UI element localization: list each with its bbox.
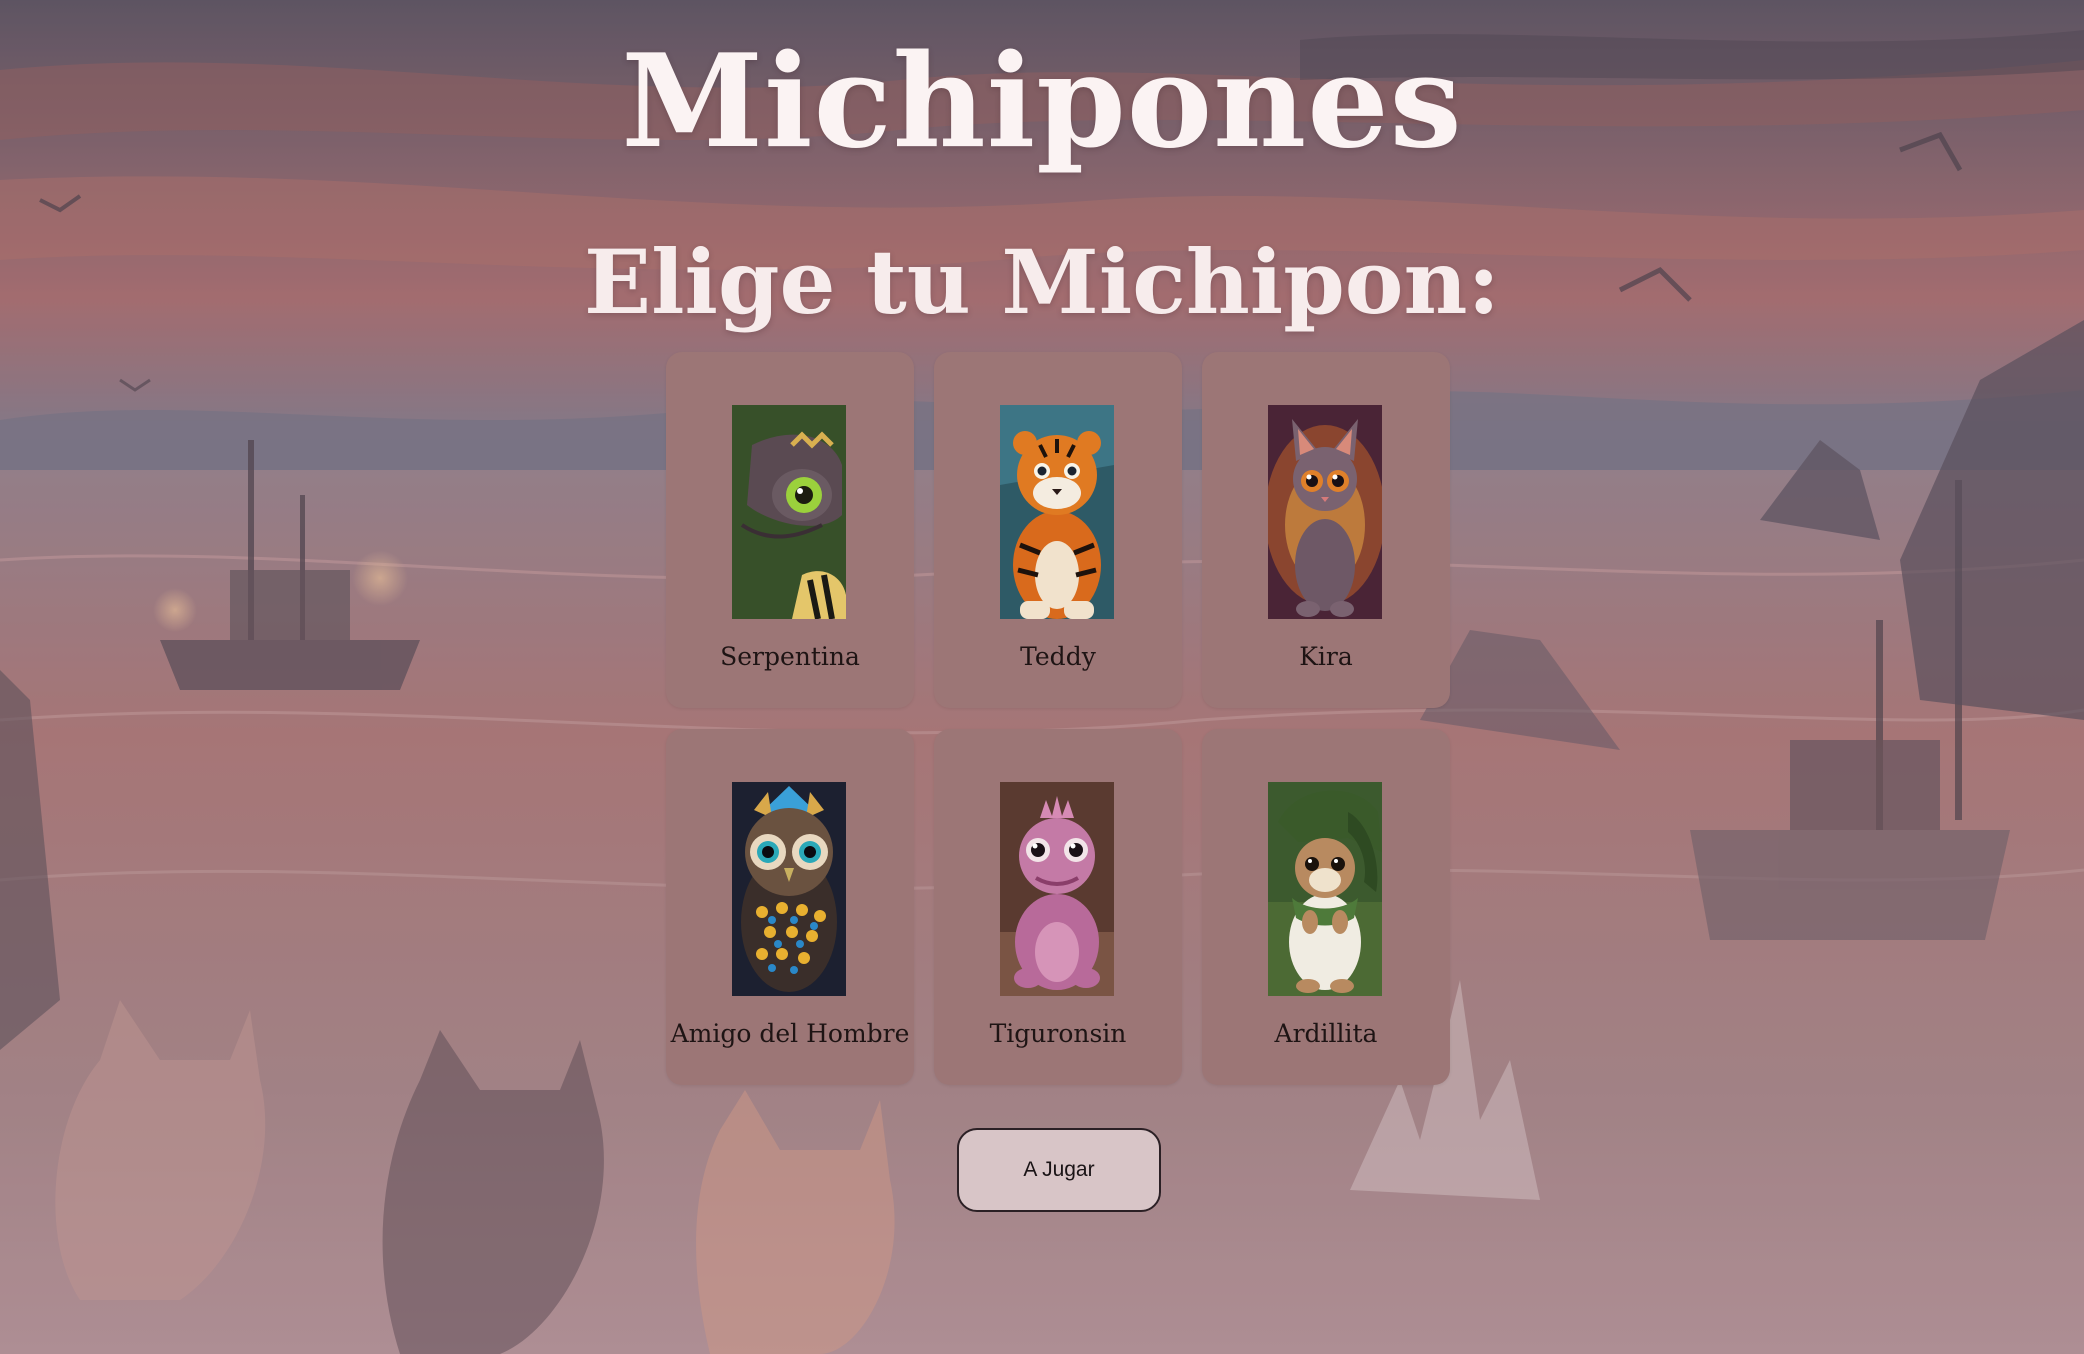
kitten-portrait-icon (1268, 405, 1382, 619)
choose-heading: Elige tu Michipon: (584, 230, 1500, 334)
character-card-kira[interactable]: Kira (1202, 352, 1450, 708)
character-name: Tiguronsin (989, 1019, 1127, 1048)
pink-dragon-portrait-icon (1000, 782, 1114, 996)
character-card-teddy[interactable]: Teddy (934, 352, 1182, 708)
character-name: Ardillita (1274, 1019, 1378, 1048)
squirrel-portrait-icon (1268, 782, 1382, 996)
character-card-ardillita[interactable]: Ardillita (1202, 729, 1450, 1085)
character-name: Amigo del Hombre (670, 1019, 910, 1048)
character-grid: Serpentina Teddy Kira Amigo del Hombre T… (666, 352, 1450, 1085)
play-button[interactable]: A Jugar (957, 1128, 1161, 1212)
game-title: Michipones (621, 27, 1463, 177)
character-select-screen: Michipones Elige tu Michipon: Serpentina… (0, 0, 2084, 1354)
character-name: Teddy (1020, 642, 1096, 671)
snake-portrait-icon (732, 405, 846, 619)
character-name: Kira (1299, 642, 1353, 671)
character-card-serpentina[interactable]: Serpentina (666, 352, 914, 708)
tiger-cub-portrait-icon (1000, 405, 1114, 619)
character-card-amigo-del-hombre[interactable]: Amigo del Hombre (666, 729, 914, 1085)
owl-portrait-icon (732, 782, 846, 996)
character-card-tiguronsin[interactable]: Tiguronsin (934, 729, 1182, 1085)
character-name: Serpentina (720, 642, 860, 671)
